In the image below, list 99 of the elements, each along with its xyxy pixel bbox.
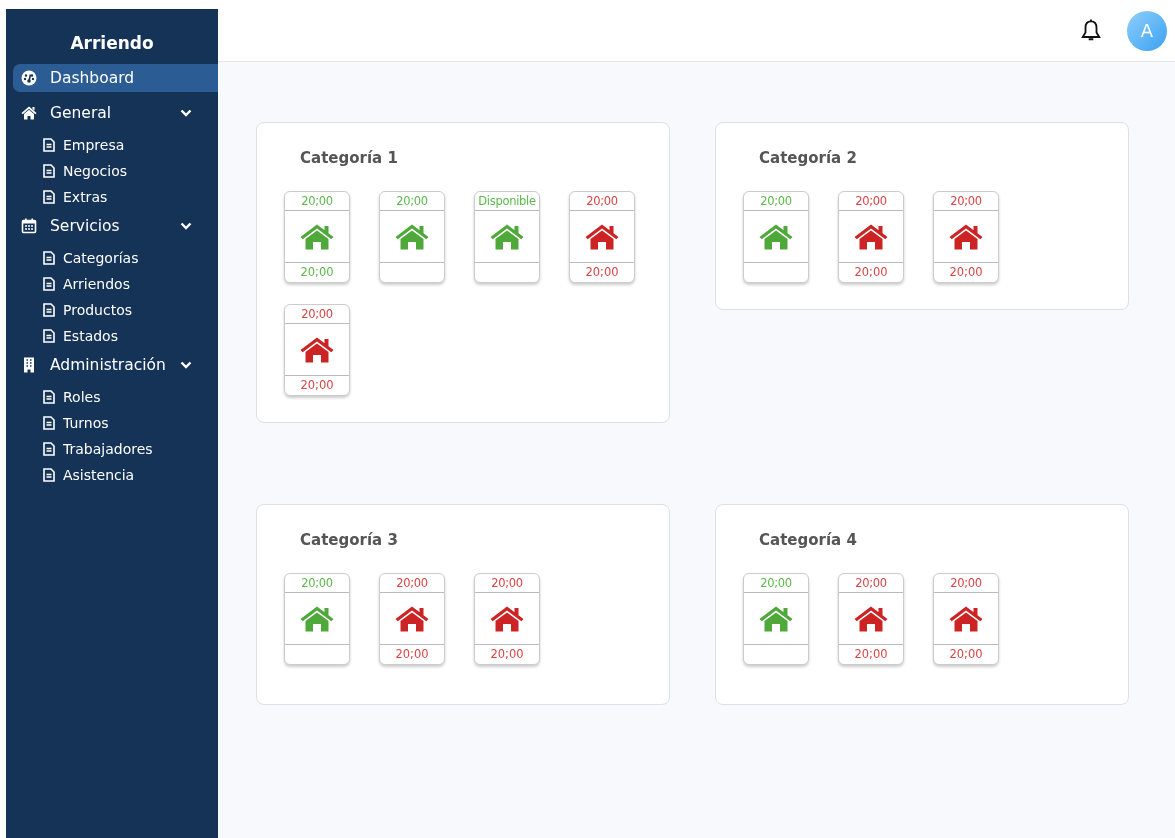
unit-top-label: 20;00 [570,192,634,211]
document-icon [43,415,55,430]
nav-label: Servicios [50,217,121,235]
nav-label: General [50,104,113,122]
house-icon [854,223,888,250]
home-icon [21,105,37,121]
chevron-down-icon[interactable] [180,222,192,230]
category-title: Categoría 2 [759,149,858,167]
unit-tile[interactable]: 20;00 20;00 [838,573,904,665]
nav-subitem[interactable]: Roles [43,386,218,407]
nav-label: Negocios [63,162,127,179]
unit-top-label: 20;00 [380,574,444,593]
nav-label: Administración [50,356,167,374]
unit-top-label: 20;00 [475,574,539,593]
document-icon [43,302,55,317]
house-icon [300,223,334,250]
house-icon [490,223,524,250]
nav-item[interactable]: Servicios [13,212,218,240]
unit-bottom-label: 20;00 [949,265,983,279]
nav-subitem[interactable]: Arriendos [43,273,218,294]
nav-subitem[interactable]: Estados [43,325,218,346]
house-icon [300,336,334,363]
nav-subitem[interactable]: Extras [43,186,218,207]
document-icon [43,189,55,204]
unit-tile[interactable]: 20;00 20;00 [933,573,999,665]
unit-bottom-label: 20;00 [949,647,983,661]
unit-bottom-label: 20;00 [300,265,334,279]
unit-tile[interactable]: 20;00 20;00 [569,191,635,283]
unit-top-label: 20;00 [744,574,808,593]
nav-label: Dashboard [50,69,136,87]
nav-subitem[interactable]: Negocios [43,160,218,181]
unit-bottom-label: 20;00 [854,647,888,661]
chevron-down-icon[interactable] [180,109,192,117]
nav-label: Estados [63,327,118,344]
house-icon [854,605,888,632]
unit-top-label: Disponible [475,192,539,211]
nav-label: Extras [63,188,108,205]
unit-tile[interactable]: 20;00 20;00 [379,573,445,665]
house-icon [395,223,429,250]
unit-bottom-label: 20;00 [395,647,429,661]
category-title: Categoría 4 [759,531,858,549]
nav-item[interactable]: Dashboard [13,64,218,92]
unit-bottom-label: 20;00 [585,265,619,279]
unit-top-label: 20;00 [380,192,444,211]
unit-top-label: 20;00 [285,192,349,211]
nav-subitem[interactable]: Turnos [43,412,218,433]
nav-label: Roles [63,388,101,405]
building-icon [21,357,37,373]
unit-top-label: 20;00 [285,574,349,593]
nav-label: Turnos [63,414,109,431]
house-icon [949,605,983,632]
nav-subitem[interactable]: Empresa [43,134,218,155]
document-icon [43,250,55,265]
bell-icon[interactable] [1080,18,1102,43]
nav-subitem[interactable]: Asistencia [43,464,218,485]
house-icon [949,223,983,250]
gauge-icon [21,70,37,86]
unit-top-label: 20;00 [934,192,998,211]
nav-subitem[interactable]: Trabajadores [43,438,218,459]
chevron-down-icon[interactable] [180,361,192,369]
unit-top-label: 20;00 [744,192,808,211]
house-icon [395,605,429,632]
unit-tile[interactable]: 20;00 20;00 [474,573,540,665]
document-icon [43,137,55,152]
app-title: Arriendo [69,32,155,55]
nav-label: Categorías [63,249,139,266]
nav-label: Trabajadores [63,440,153,457]
document-icon [43,328,55,343]
nav-label: Arriendos [63,275,130,292]
nav-item[interactable]: General [13,99,218,127]
unit-bottom-label: 20;00 [490,647,524,661]
nav-subitem[interactable]: Productos [43,299,218,320]
nav-subitem[interactable]: Categorías [43,247,218,268]
nav-item[interactable]: Administración [13,351,218,379]
nav-label: Asistencia [63,466,135,483]
unit-top-label: 20;00 [934,574,998,593]
unit-top-label: 20;00 [839,574,903,593]
nav-label: Empresa [63,136,125,153]
document-icon [43,467,55,482]
unit-top-label: 20;00 [285,305,349,324]
house-icon [759,605,793,632]
category-title: Categoría 3 [300,531,399,549]
calendar-icon [21,218,37,234]
house-icon [300,605,334,632]
unit-bottom-label: 20;00 [300,378,334,392]
house-icon [759,223,793,250]
nav-label: Productos [63,301,132,318]
house-icon [585,223,619,250]
unit-bottom-label: 20;00 [854,265,888,279]
unit-tile[interactable]: 20;00 20;00 [933,191,999,283]
document-icon [43,276,55,291]
unit-tile[interactable]: 20;00 20;00 [284,304,350,396]
house-icon [490,605,524,632]
category-title: Categoría 1 [300,149,399,167]
document-icon [43,163,55,178]
document-icon [43,441,55,456]
unit-tile[interactable]: 20;00 20;00 [838,191,904,283]
unit-top-label: 20;00 [839,192,903,211]
document-icon [43,389,55,404]
